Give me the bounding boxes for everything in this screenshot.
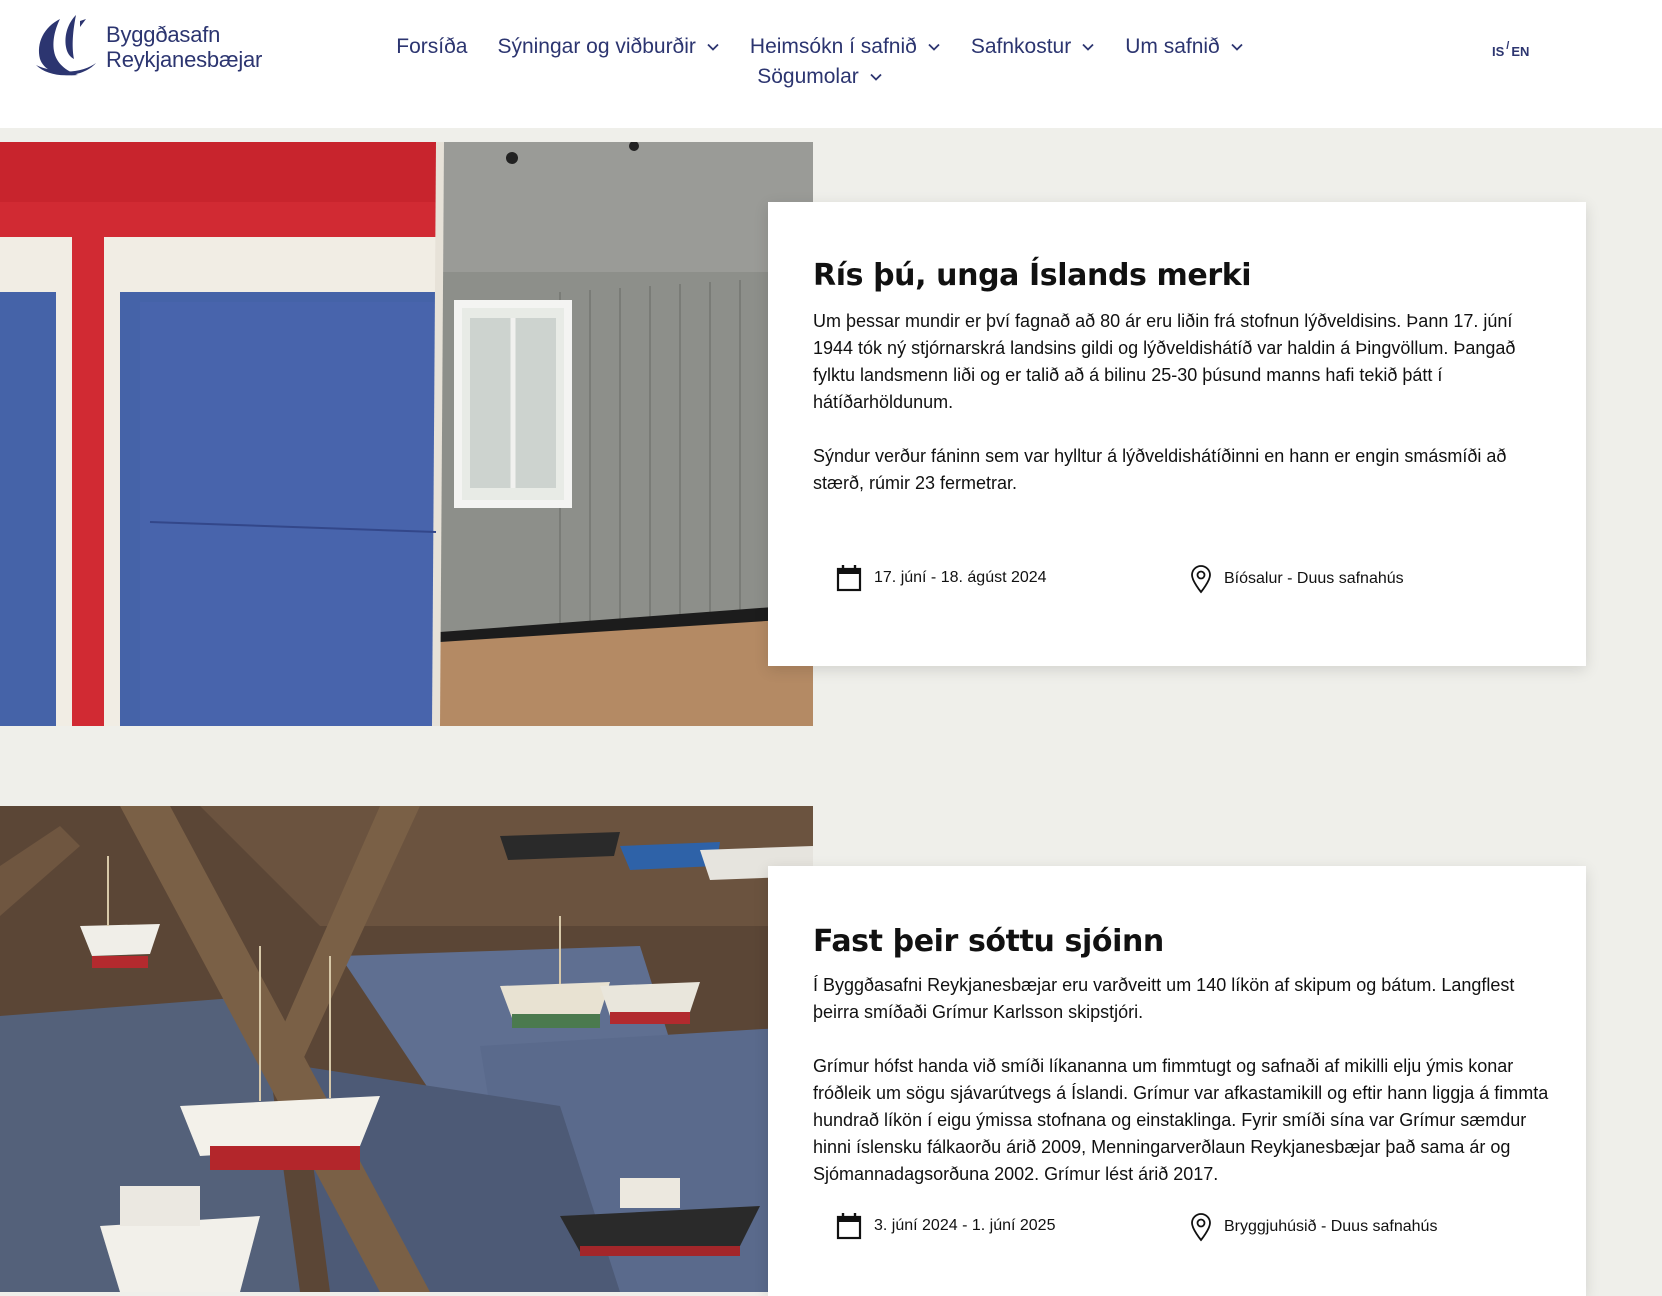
nav-item-um-safnid[interactable]: Um safnið xyxy=(1125,34,1244,60)
exhibition-location: Bíósalur - Duus safnahús xyxy=(1190,564,1404,594)
exhibition-paragraph: Í Byggðasafni Reykjanesbæjar eru varðvei… xyxy=(813,975,1515,1022)
main-nav: Forsíða Sýningar og viðburðir Heimsókn í… xyxy=(380,34,1260,90)
exhibition-card[interactable]: Rís þú, unga Íslands merki Um þessar mun… xyxy=(768,202,1586,666)
exhibition-title[interactable]: Fast þeir sóttu sjóinn xyxy=(813,924,1164,959)
ship-models-exhibition-image xyxy=(0,806,813,1292)
logo-line-2: Reykjanesbæjar xyxy=(106,47,263,72)
exhibition-date-text: 17. júní - 18. ágúst 2024 xyxy=(874,569,1047,586)
lang-is-link[interactable]: IS xyxy=(1492,44,1504,59)
nav-item-sogumolar[interactable]: Sögumolar xyxy=(757,64,883,90)
nav-item-label: Forsíða xyxy=(396,35,468,58)
site-header: Byggðasafn Reykjanesbæjar Forsíða Sýning… xyxy=(0,0,1662,128)
site-logo[interactable]: Byggðasafn Reykjanesbæjar xyxy=(30,12,280,82)
exhibition-image-flag[interactable] xyxy=(0,142,813,726)
exhibition-date-text: 3. júní 2024 - 1. júní 2025 xyxy=(874,1217,1056,1234)
chevron-down-icon xyxy=(928,43,940,51)
lang-en-link[interactable]: EN xyxy=(1511,44,1529,59)
map-pin-icon xyxy=(1191,565,1211,594)
exhibition-paragraph: Um þessar mundir er því fagnað að 80 ár … xyxy=(813,311,1516,412)
exhibition-date: 17. júní - 18. ágúst 2024 xyxy=(836,564,1047,592)
nav-item-syningar[interactable]: Sýningar og viðburðir xyxy=(497,34,719,60)
exhibition-description: Í Byggðasafni Reykjanesbæjar eru varðvei… xyxy=(813,972,1553,1188)
calendar-icon xyxy=(836,565,862,592)
nav-item-label: Um safnið xyxy=(1125,35,1220,58)
ship-sail-logo-icon xyxy=(36,15,96,76)
chevron-down-icon xyxy=(1231,43,1243,51)
exhibition-date: 3. júní 2024 - 1. júní 2025 xyxy=(836,1212,1055,1240)
nav-item-label: Safnkostur xyxy=(970,35,1072,58)
nav-item-label: Sögumolar xyxy=(757,65,859,88)
calendar-icon xyxy=(836,1213,862,1240)
exhibition-location-text: Bryggjuhúsið - Duus safnahús xyxy=(1224,1218,1438,1235)
icelandic-flag-in-gallery-image xyxy=(0,142,813,726)
exhibition-title[interactable]: Rís þú, unga Íslands merki xyxy=(813,258,1252,293)
logo-wordmark: Byggðasafn Reykjanesbæjar xyxy=(106,22,262,72)
exhibition-paragraph: Grímur hófst handa við smíði líkananna u… xyxy=(813,1056,1549,1184)
nav-item-heimsokn[interactable]: Heimsókn í safnið xyxy=(750,34,941,60)
nav-item-forsida[interactable]: Forsíða xyxy=(396,34,467,60)
nav-item-label: Sýningar og viðburðir xyxy=(497,35,696,58)
chevron-down-icon xyxy=(870,73,882,81)
exhibition-description: Um þessar mundir er því fagnað að 80 ár … xyxy=(813,308,1553,497)
exhibition-location: Bryggjuhúsið - Duus safnahús xyxy=(1190,1212,1437,1242)
exhibition-card[interactable]: Fast þeir sóttu sjóinn Í Byggðasafni Rey… xyxy=(768,866,1586,1296)
exhibition-location-text: Bíósalur - Duus safnahús xyxy=(1224,570,1404,587)
nav-item-safnkostur[interactable]: Safnkostur xyxy=(971,34,1095,60)
lang-separator: / xyxy=(1506,40,1510,52)
chevron-down-icon xyxy=(707,43,719,51)
logo-line-1: Byggðasafn xyxy=(106,22,221,47)
language-switcher: IS / EN xyxy=(1492,40,1529,59)
exhibition-paragraph: Sýndur verður fáninn sem var hylltur á l… xyxy=(813,446,1507,493)
nav-item-label: Heimsókn í safnið xyxy=(749,35,917,58)
exhibition-image-ships[interactable] xyxy=(0,806,813,1292)
map-pin-icon xyxy=(1191,1213,1211,1242)
chevron-down-icon xyxy=(1082,43,1094,51)
